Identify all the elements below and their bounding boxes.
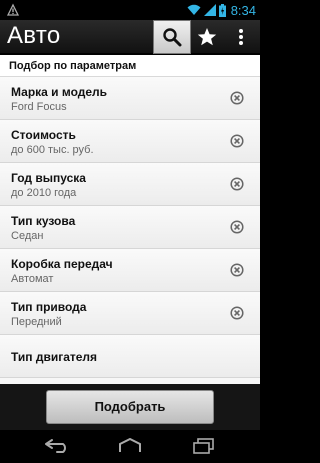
recent-apps-button[interactable] xyxy=(188,436,218,456)
status-time: 8:34 xyxy=(230,2,256,18)
favorites-button[interactable] xyxy=(192,20,222,54)
status-bar: 8:34 xyxy=(0,0,260,20)
parameter-value: Передний xyxy=(11,316,62,328)
section-title: Подбор по параметрам xyxy=(0,55,260,77)
clear-circle-x-icon[interactable] xyxy=(230,263,244,277)
home-icon xyxy=(119,438,141,452)
parameter-value: Седан xyxy=(11,230,44,242)
parameter-title: Стоимость xyxy=(11,128,76,142)
clear-circle-x-icon[interactable] xyxy=(230,306,244,320)
bottom-panel: Подобрать xyxy=(0,384,260,430)
status-indicators: 8:34 xyxy=(187,0,256,20)
signal-icon xyxy=(203,4,216,16)
parameter-item[interactable]: Стоимость до 600 тыс. руб. xyxy=(0,120,260,163)
parameter-value: до 2010 года xyxy=(11,187,77,199)
search-button[interactable] xyxy=(153,20,191,54)
star-icon xyxy=(197,28,217,46)
parameter-item[interactable]: Коробка передач Автомат xyxy=(0,249,260,292)
navigation-bar xyxy=(0,430,260,463)
back-icon xyxy=(45,439,66,453)
app-title: Авто xyxy=(7,22,61,49)
parameter-title: Тип привода xyxy=(11,300,87,314)
parameter-value: Ford Focus xyxy=(11,101,67,113)
submit-button[interactable]: Подобрать xyxy=(46,390,214,424)
search-icon xyxy=(163,28,182,47)
parameter-value: Автомат xyxy=(11,273,54,285)
overflow-menu-icon xyxy=(239,29,243,45)
clear-circle-x-icon[interactable] xyxy=(230,134,244,148)
android-debug-icon xyxy=(6,3,20,16)
parameter-title: Коробка передач xyxy=(11,257,113,271)
recent-apps-icon xyxy=(193,438,214,454)
parameter-list: Подбор по параметрам Марка и модель Ford … xyxy=(0,55,260,384)
battery-icon xyxy=(218,3,226,17)
clear-circle-x-icon[interactable] xyxy=(230,91,244,105)
parameter-item[interactable]: Тип кузова Седан xyxy=(0,206,260,249)
parameter-value: до 600 тыс. руб. xyxy=(11,144,94,156)
parameter-item[interactable]: Марка и модель Ford Focus xyxy=(0,77,260,120)
action-bar: Авто xyxy=(0,20,260,54)
parameter-title: Тип двигателя xyxy=(11,350,98,364)
overflow-menu-button[interactable] xyxy=(228,20,254,54)
parameter-item[interactable]: Год выпуска до 2010 года xyxy=(0,163,260,206)
parameter-item[interactable]: Тип привода Передний xyxy=(0,292,260,335)
home-button[interactable] xyxy=(115,436,145,456)
parameter-title: Тип кузова xyxy=(11,214,76,228)
parameter-title: Год выпуска xyxy=(11,171,86,185)
back-button[interactable] xyxy=(42,436,72,456)
wifi-icon xyxy=(187,4,201,15)
clear-circle-x-icon[interactable] xyxy=(230,177,244,191)
parameter-title: Марка и модель xyxy=(11,85,108,99)
parameter-item[interactable]: Тип двигателя xyxy=(0,335,260,378)
clear-circle-x-icon[interactable] xyxy=(230,220,244,234)
